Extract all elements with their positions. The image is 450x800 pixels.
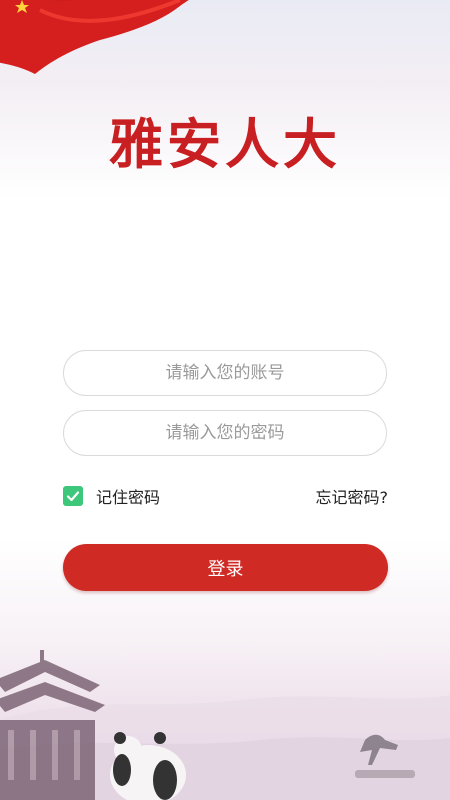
pavilion-graphic (0, 650, 105, 800)
app-title: 雅安人大 (109, 112, 341, 176)
remember-password[interactable]: 记住密码 (63, 484, 160, 508)
scenery-illustration (0, 650, 450, 800)
remember-checkbox[interactable] (63, 486, 83, 506)
flag-icon (0, 0, 189, 74)
remember-label: 记住密码 (96, 488, 161, 507)
password-input[interactable] (64, 422, 386, 444)
account-field[interactable] (63, 350, 387, 396)
forgot-password-link[interactable]: 忘记密码? (316, 484, 389, 508)
account-input[interactable] (64, 362, 386, 384)
login-button[interactable]: 登录 (63, 544, 388, 591)
password-field[interactable] (63, 410, 387, 456)
check-icon (66, 491, 80, 502)
